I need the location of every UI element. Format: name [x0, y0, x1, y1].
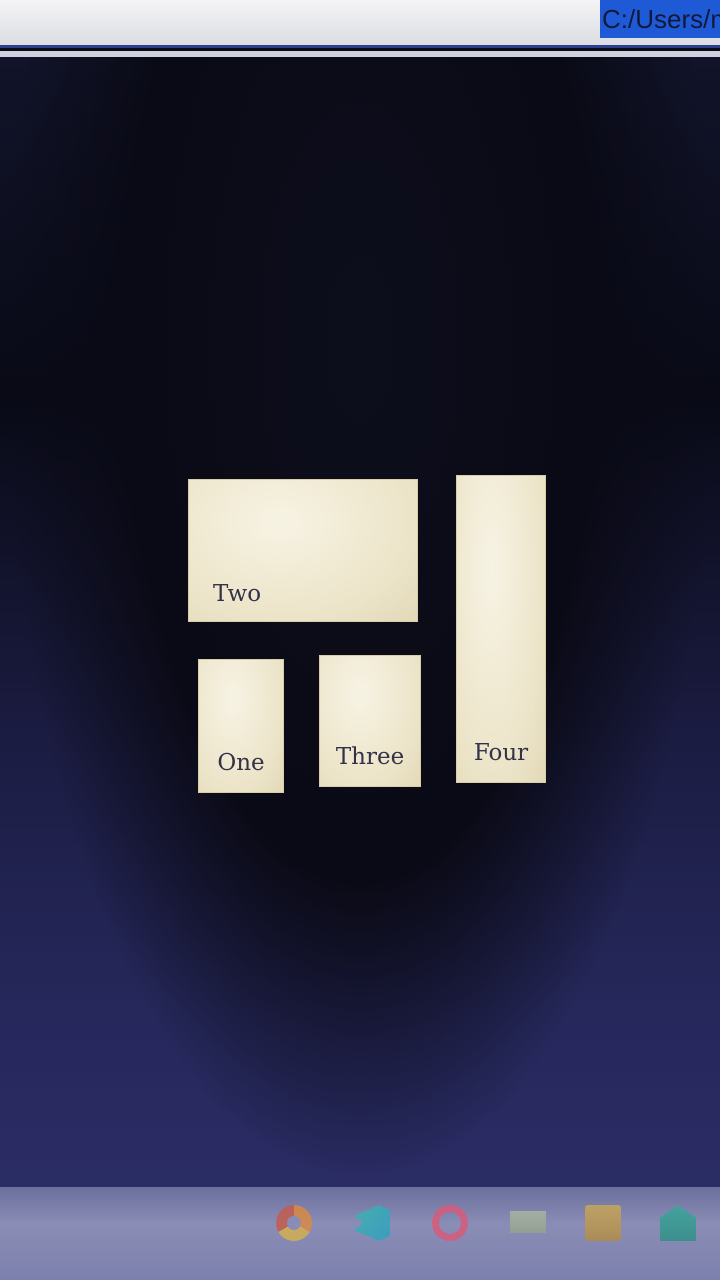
taskbar — [0, 1187, 720, 1280]
box-four: Four — [456, 475, 546, 783]
store-icon[interactable] — [585, 1205, 621, 1241]
box-three: Three — [319, 655, 421, 787]
opera-icon[interactable] — [432, 1205, 468, 1241]
browser-toolbar: C:/Users/m — [0, 0, 720, 48]
box-one-label: One — [217, 750, 265, 776]
vscode-icon[interactable] — [354, 1205, 390, 1241]
mail-icon[interactable] — [660, 1205, 696, 1241]
files-icon[interactable] — [510, 1211, 546, 1233]
box-four-label: Four — [473, 740, 529, 766]
box-three-label: Three — [335, 744, 405, 770]
box-one: One — [198, 659, 284, 793]
page-viewport — [0, 57, 720, 1187]
box-two: Two — [188, 479, 418, 622]
box-two-label: Two — [213, 581, 262, 607]
address-bar[interactable]: C:/Users/m — [600, 0, 720, 38]
chrome-icon[interactable] — [276, 1205, 312, 1241]
